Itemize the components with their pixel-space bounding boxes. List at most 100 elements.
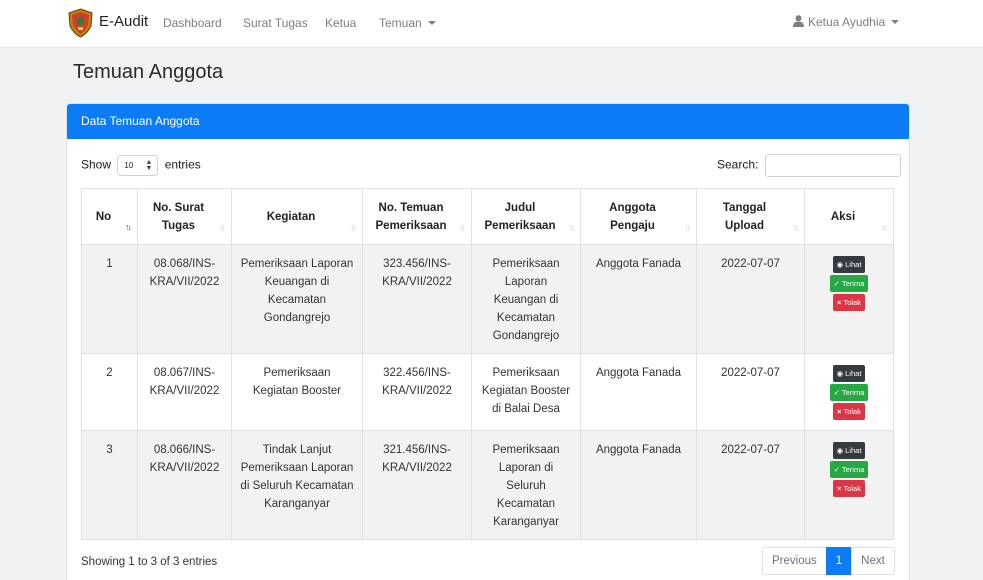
column-header-label: Upload <box>725 219 764 232</box>
cell-kegiatan-line: Tindak Lanjut <box>262 444 332 456</box>
cell-surat-tugas: 08.068/INS- KRA/VII/2022 <box>137 244 232 354</box>
nav-ketua[interactable]: Ketua <box>325 16 356 30</box>
table-info: Showing 1 to 3 of 3 entries <box>81 556 218 568</box>
cell-kegiatan: Pemeriksaan Kegiatan Booster <box>231 353 363 431</box>
terima-button-label: Terima <box>841 465 865 474</box>
cell-judul: Pemeriksaan Kegiatan Booster di Balai Desa <box>471 353 581 431</box>
tolak-button[interactable]: × Tolak <box>833 403 865 420</box>
sort-icon: ↑↓ <box>684 222 691 232</box>
table-header-row: No ↑↓ No. Surat Tugas ↑↓ Kegiatan ↑↓ No. Temuan… <box>81 188 894 245</box>
chevron-down-icon <box>891 20 900 24</box>
column-header-label: Tanggal <box>722 201 767 214</box>
cell-kegiatan-line: Pemeriksaan <box>263 367 331 379</box>
nav-dashboard[interactable]: Dashboard <box>163 16 222 30</box>
terima-button-label: Terima <box>841 388 865 397</box>
cell-anggota-value: Anggota Fanada <box>595 444 682 456</box>
check-icon: ✓ <box>833 465 840 474</box>
nav-temuan-dropdown[interactable]: Temuan <box>379 16 436 30</box>
cell-no-temuan-line: KRA/VII/2022 <box>382 385 452 397</box>
cell-judul: Pemeriksaan Laporan di Seluruh Kecamatan Kar… <box>471 430 581 540</box>
user-menu-dropdown[interactable]: Ketua Ayudhia <box>793 15 900 29</box>
cell-no-temuan: 323.456/INS- KRA/VII/2022 <box>362 244 472 354</box>
findings-table: No ↑↓ No. Surat Tugas ↑↓ Kegiatan ↑↓ No. Temuan… <box>81 188 894 540</box>
terima-button[interactable]: ✓ Terima <box>829 384 869 401</box>
sort-icon: ↑↓ <box>881 222 888 232</box>
lihat-button[interactable]: ◉ Lihat <box>832 442 866 459</box>
column-header-aksi[interactable]: Aksi ↑↓ <box>804 188 894 245</box>
pagination-previous[interactable]: Previous <box>762 547 827 575</box>
close-icon: × <box>837 298 842 307</box>
table-row: 3 08.066/INS- KRA/VII/2022 Tindak Lanjut Pem… <box>81 430 894 540</box>
karanganyar-logo-icon[interactable] <box>67 8 94 38</box>
entries-select[interactable]: 10 ▲ ▼ <box>117 155 159 176</box>
cell-no-temuan: 322.456/INS- KRA/VII/2022 <box>362 353 472 431</box>
cell-judul-line: di Balai Desa <box>492 403 560 415</box>
close-icon: × <box>837 484 842 493</box>
cell-no-temuan-line: 321.456/INS- <box>383 444 451 456</box>
lihat-button-label: Lihat <box>845 260 862 269</box>
cell-judul-line: Seluruh <box>506 480 546 492</box>
terima-button-label: Terima <box>841 279 865 288</box>
cell-tanggal: 2022-07-07 <box>696 430 805 540</box>
page-title: Temuan Anggota <box>73 61 224 83</box>
cell-tanggal: 2022-07-07 <box>696 353 805 431</box>
cell-surat-tugas-line: KRA/VII/2022 <box>149 385 220 397</box>
cell-judul-line: Pemeriksaan <box>492 444 560 456</box>
eye-icon: ◉ <box>836 446 844 455</box>
cell-surat-tugas-line: KRA/VII/2022 <box>149 276 220 288</box>
length-suffix: entries <box>164 157 201 172</box>
select-arrows-icon: ▲ ▼ <box>145 159 153 172</box>
cell-surat-tugas-line: 08.068/INS- <box>153 258 216 270</box>
cell-judul-line: Karanganyar <box>493 516 559 528</box>
sort-icon: ↑↓ <box>459 222 466 232</box>
cell-tanggal-value: 2022-07-07 <box>721 444 780 456</box>
cell-no-temuan-line: KRA/VII/2022 <box>382 276 452 288</box>
eye-icon: ◉ <box>836 369 844 378</box>
cell-tanggal-value: 2022-07-07 <box>721 258 780 270</box>
check-icon: ✓ <box>833 388 840 397</box>
column-header-tanggal-upload[interactable]: Tanggal Upload ↑↓ <box>696 188 805 245</box>
chevron-down-icon <box>427 21 436 25</box>
column-header-label: Anggota <box>609 201 656 214</box>
cell-judul-line: Gondangrejo <box>492 330 560 342</box>
cell-kegiatan-line: Pemeriksaan Laporan <box>240 258 354 270</box>
column-header-anggota-pengaju[interactable]: Anggota Pengaju ↑↓ <box>580 188 697 245</box>
column-header-label: Tugas <box>161 219 195 232</box>
column-header-no-surat-tugas[interactable]: No. Surat Tugas ↑↓ <box>137 188 232 245</box>
cell-anggota-value: Anggota Fanada <box>595 258 682 270</box>
pagination: Previous 1 Next <box>762 547 895 575</box>
close-icon: × <box>837 407 842 416</box>
brand-name[interactable]: E-Audit <box>99 13 148 30</box>
cell-kegiatan-line: Kecamatan <box>267 294 327 306</box>
lihat-button[interactable]: ◉ Lihat <box>832 256 866 273</box>
cell-judul-line: Kegiatan Booster <box>481 385 571 397</box>
column-header-no-temuan-pemeriksaan[interactable]: No. Temuan Pemeriksaan ↑↓ <box>362 188 472 245</box>
lihat-button[interactable]: ◉ Lihat <box>832 365 866 382</box>
pagination-page-1[interactable]: 1 <box>825 547 853 575</box>
table-row: 2 08.067/INS- KRA/VII/2022 Pemeriksaan Kegia… <box>81 353 894 431</box>
cell-anggota: Anggota Fanada <box>580 244 697 354</box>
column-header-kegiatan[interactable]: Kegiatan ↑↓ <box>231 188 363 245</box>
tolak-button[interactable]: × Tolak <box>833 294 865 311</box>
nav-surat-tugas[interactable]: Surat Tugas <box>243 16 308 30</box>
terima-button[interactable]: ✓ Terima <box>829 275 869 292</box>
terima-button[interactable]: ✓ Terima <box>829 461 869 478</box>
cell-surat-tugas-line: 08.066/INS- <box>153 444 216 456</box>
check-icon: ✓ <box>833 279 840 288</box>
cell-surat-tugas: 08.067/INS- KRA/VII/2022 <box>137 353 232 431</box>
pagination-next[interactable]: Next <box>851 547 895 575</box>
column-header-label: Kegiatan <box>266 210 316 223</box>
cell-no-temuan-line: 322.456/INS- <box>383 367 451 379</box>
eye-icon: ◉ <box>836 260 844 269</box>
tolak-button[interactable]: × Tolak <box>833 480 865 497</box>
cell-surat-tugas: 08.066/INS- KRA/VII/2022 <box>137 430 232 540</box>
nav-temuan-label: Temuan <box>379 16 422 30</box>
cell-anggota: Anggota Fanada <box>580 353 697 431</box>
search-input[interactable] <box>764 154 901 177</box>
column-header-label: Pemeriksaan <box>375 219 447 232</box>
column-header-judul-pemeriksaan[interactable]: Judul Pemeriksaan ↑↓ <box>471 188 581 245</box>
cell-surat-tugas-line: KRA/VII/2022 <box>149 462 220 474</box>
cell-kegiatan: Tindak Lanjut Pemeriksaan Laporan di Selur… <box>231 430 363 540</box>
cell-no: 3 <box>81 430 138 540</box>
column-header-no[interactable]: No ↑↓ <box>81 188 138 245</box>
